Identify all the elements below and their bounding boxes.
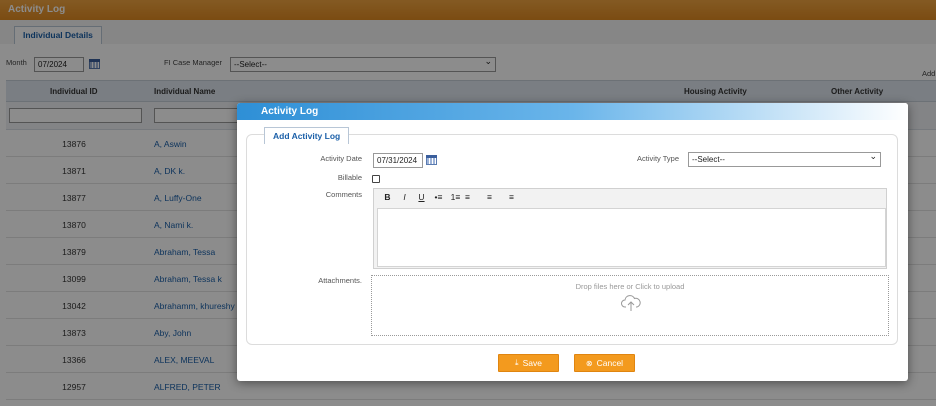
comments-label: Comments	[325, 190, 362, 199]
activity-date-label: Activity Date	[320, 154, 362, 163]
comments-editor: B I U •≡ 1≡ ≡ ≡ ≡	[373, 188, 887, 269]
editor-toolbar: B I U •≡ 1≡ ≡ ≡ ≡	[374, 189, 886, 206]
form-frame: Activity Date 07/31/2024 Activity Type -…	[246, 134, 898, 345]
align-center-button[interactable]: ≡	[482, 191, 497, 204]
bold-button[interactable]: B	[380, 191, 395, 204]
tab-add-activity-log[interactable]: Add Activity Log	[264, 127, 350, 144]
italic-button[interactable]: I	[397, 191, 412, 204]
cancel-label: Cancel	[596, 358, 624, 368]
upload-cloud-icon	[621, 295, 641, 311]
align-right-button[interactable]: ≡	[499, 191, 514, 204]
comments-textarea[interactable]	[377, 208, 886, 267]
align-left-button[interactable]: ≡	[465, 191, 480, 204]
activity-type-select[interactable]: --Select--	[688, 151, 881, 167]
numbered-list-button[interactable]: 1≡	[448, 191, 463, 204]
save-label: Save	[522, 358, 542, 368]
modal-title: Activity Log	[237, 103, 908, 120]
bullet-list-button[interactable]: •≡	[431, 191, 446, 204]
attachments-label: Attachments.	[318, 276, 362, 285]
cancel-button[interactable]: ⊗ Cancel	[574, 354, 635, 372]
activity-date-input[interactable]: 07/31/2024	[373, 153, 423, 168]
billable-label: Billable	[337, 173, 362, 182]
activity-log-modal: Activity Log Activity Date 07/31/2024 Ac…	[237, 103, 908, 381]
activity-type-label: Activity Type	[637, 154, 679, 163]
billable-checkbox[interactable]	[372, 175, 380, 183]
save-icon: ⤓	[515, 358, 519, 367]
dropzone-text: Drop files here or Click to upload	[575, 282, 685, 291]
underline-button[interactable]: U	[414, 191, 429, 204]
calendar-icon[interactable]	[426, 155, 437, 165]
save-button[interactable]: ⤓ Save	[498, 354, 559, 372]
attachment-dropzone[interactable]: Drop files here or Click to upload	[371, 275, 889, 336]
cancel-icon: ⊗	[585, 358, 593, 368]
